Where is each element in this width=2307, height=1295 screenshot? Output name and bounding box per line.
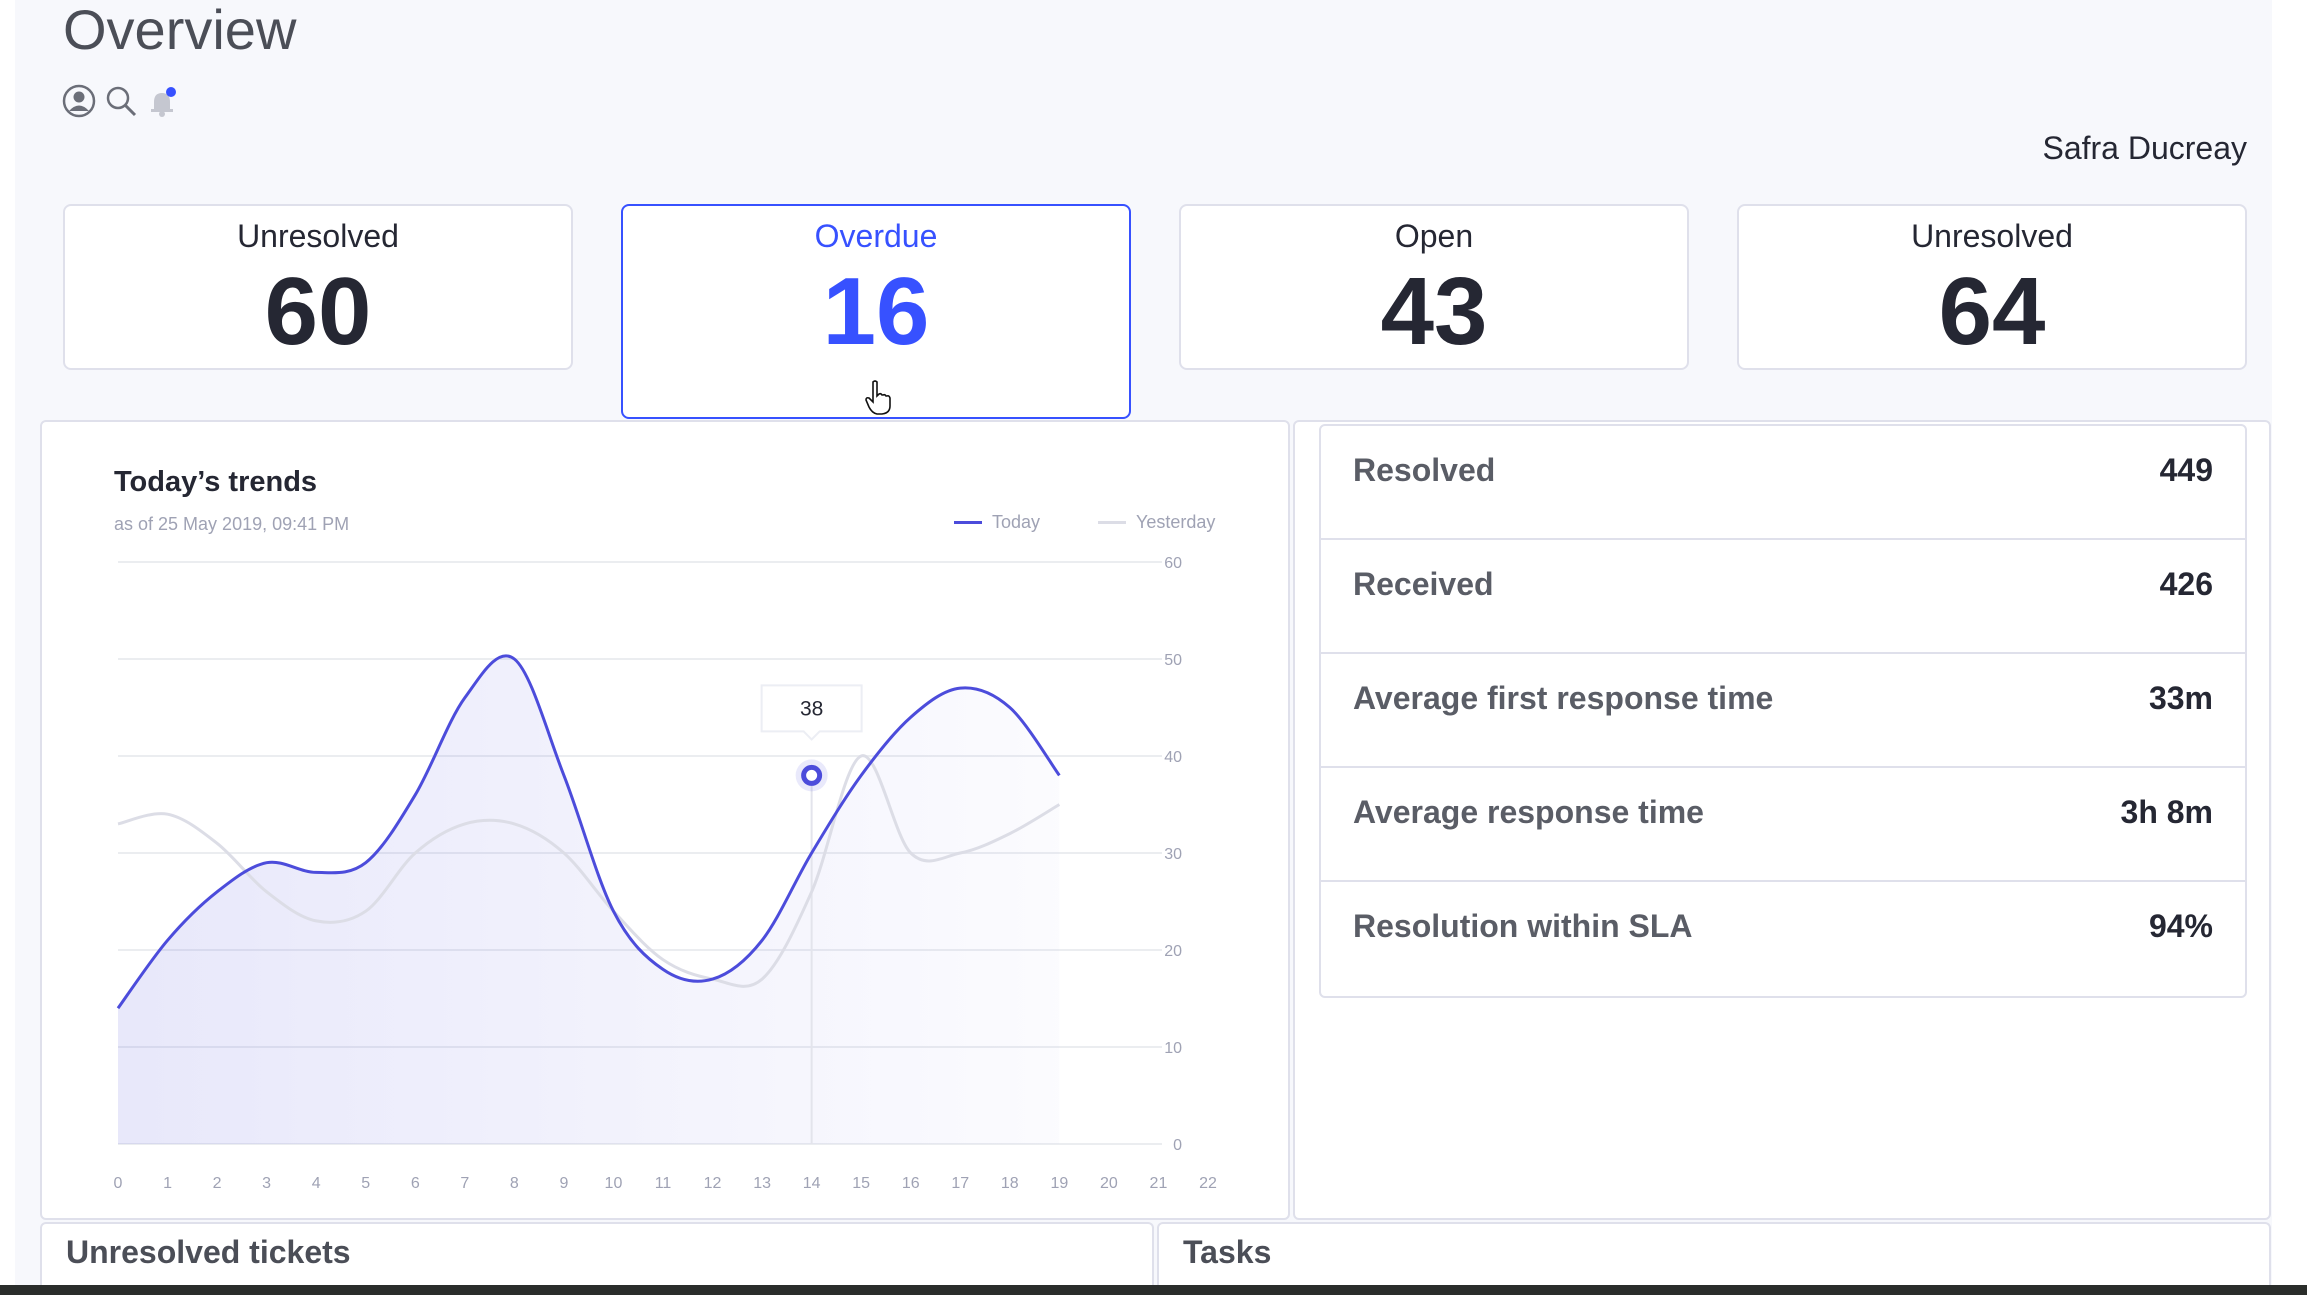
stat-row-received: Received 426 — [1321, 540, 2245, 654]
x-tick-label: 11 — [655, 1175, 672, 1192]
y-tick-label: 50 — [1164, 652, 1182, 669]
x-tick-label: 14 — [803, 1175, 821, 1192]
y-tick-label: 10 — [1164, 1040, 1182, 1057]
bell-icon[interactable] — [146, 84, 180, 118]
stat-label: Average first response time — [1353, 680, 1774, 716]
x-tick-label: 4 — [312, 1175, 321, 1192]
kpi-card-unresolved-2[interactable]: Unresolved 64 — [1737, 204, 2247, 370]
stat-row-avg-response: Average response time 3h 8m — [1321, 768, 2245, 882]
x-tick-label: 9 — [559, 1175, 568, 1192]
x-tick-label: 16 — [902, 1175, 920, 1192]
kpi-value: 60 — [264, 258, 372, 365]
kpi-label: Open — [1394, 218, 1474, 254]
tasks-title: Tasks — [1183, 1234, 1272, 1270]
window-edge — [2272, 0, 2307, 1295]
stat-value: 426 — [2159, 566, 2213, 602]
unresolved-tickets-panel: Unresolved tickets — [40, 1222, 1154, 1285]
x-tick-label: 13 — [753, 1175, 771, 1192]
y-tick-label: 30 — [1164, 846, 1182, 863]
unresolved-tickets-title: Unresolved tickets — [66, 1234, 351, 1270]
x-tick-label: 22 — [1199, 1175, 1217, 1192]
tooltip-value: 38 — [800, 697, 823, 720]
x-tick-label: 12 — [704, 1175, 722, 1192]
y-tick-label: 0 — [1173, 1137, 1182, 1154]
x-tick-label: 7 — [460, 1175, 469, 1192]
kpi-value: 64 — [1938, 258, 2046, 365]
kpi-label: Overdue — [814, 218, 938, 254]
x-tick-label: 2 — [213, 1175, 222, 1192]
stat-row-resolved: Resolved 449 — [1321, 426, 2245, 540]
kpi-card-unresolved[interactable]: Unresolved 60 — [63, 204, 573, 370]
x-tick-label: 10 — [605, 1175, 623, 1192]
stat-value: 449 — [2159, 452, 2213, 488]
user-icon[interactable] — [62, 84, 96, 118]
x-tick-label: 20 — [1100, 1175, 1118, 1192]
kpi-value: 16 — [822, 258, 930, 365]
stat-row-avg-first-response: Average first response time 33m — [1321, 654, 2245, 768]
x-tick-label: 17 — [951, 1175, 969, 1192]
today-area — [118, 655, 1060, 1144]
y-tick-label: 20 — [1164, 943, 1182, 960]
x-tick-label: 1 — [163, 1175, 172, 1192]
x-tick-label: 3 — [262, 1175, 271, 1192]
stats-list: Resolved 449 Received 426 Average first … — [1319, 424, 2247, 998]
kpi-label: Unresolved — [1911, 218, 2073, 254]
stat-row-sla: Resolution within SLA 94% — [1321, 882, 2245, 996]
search-icon[interactable] — [104, 84, 138, 118]
x-tick-label: 8 — [510, 1175, 519, 1192]
stat-value: 3h 8m — [2120, 794, 2213, 830]
hand-cursor-icon — [865, 380, 891, 415]
stats-panel: Resolved 449 Received 426 Average first … — [1293, 420, 2271, 1220]
y-tick-label: 60 — [1164, 555, 1182, 572]
tasks-panel: Tasks — [1157, 1222, 2271, 1285]
kpi-value: 43 — [1380, 258, 1488, 365]
stat-value: 33m — [2148, 680, 2213, 716]
stat-label: Resolved — [1353, 452, 1496, 488]
x-tick-label: 18 — [1001, 1175, 1019, 1192]
highlight-point — [801, 764, 823, 786]
x-tick-label: 15 — [852, 1175, 870, 1192]
kpi-label: Unresolved — [237, 218, 399, 254]
y-tick-label: 40 — [1164, 749, 1182, 766]
header-icons — [62, 84, 180, 118]
x-tick-label: 21 — [1150, 1175, 1168, 1192]
x-tick-label: 6 — [411, 1175, 420, 1192]
taskbar-strip — [0, 1285, 2307, 1295]
trend-chart[interactable]: 01020304050600 1 2 3 4 5 6 7 8 9 10 11 12 13 14 15 16 17 1… — [42, 422, 1288, 1218]
page-title: Overview — [63, 0, 297, 61]
kpi-card-open[interactable]: Open 43 — [1179, 204, 1689, 370]
stat-label: Resolution within SLA — [1353, 908, 1693, 944]
x-tick-label: 19 — [1050, 1175, 1068, 1192]
stat-value: 94% — [2148, 908, 2213, 944]
x-tick-label: 0 — [114, 1175, 123, 1192]
stat-label: Average response time — [1353, 794, 1704, 830]
x-tick-label: 5 — [361, 1175, 370, 1192]
stat-label: Received — [1353, 566, 1494, 602]
user-name[interactable]: Safra Ducreay — [2042, 130, 2247, 167]
trends-panel: Today’s trends as of 25 May 2019, 09:41 … — [40, 420, 1290, 1220]
